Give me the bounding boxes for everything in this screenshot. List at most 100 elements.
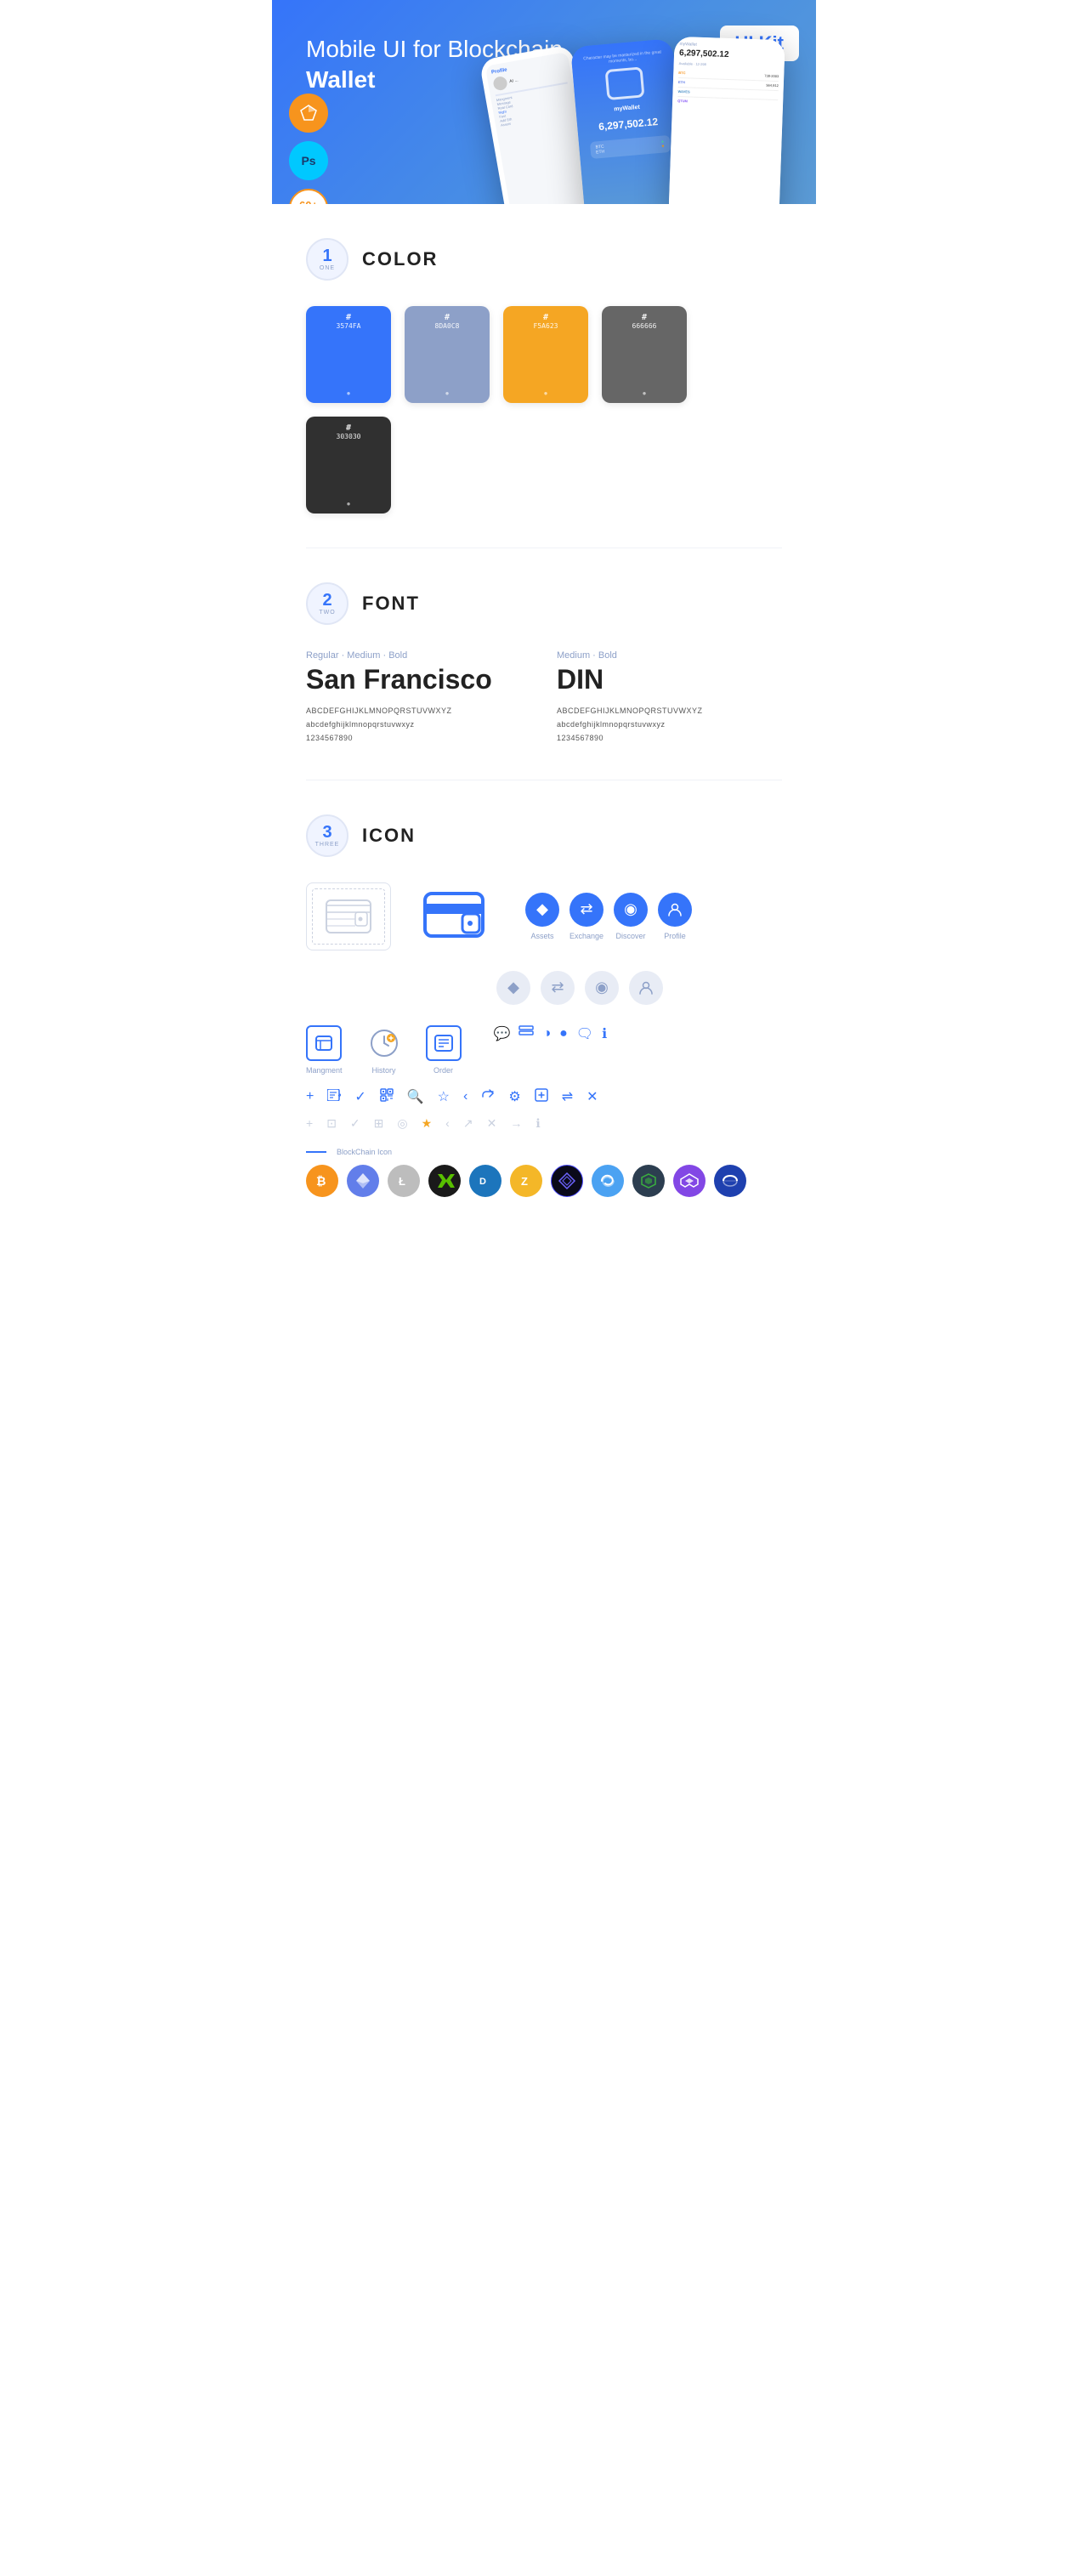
bottom-nav-management: Mangment	[306, 1025, 343, 1075]
share-icon-gray: ↗	[463, 1116, 473, 1131]
ltc-icon: Ł	[388, 1165, 420, 1197]
icon-section-header: 3 THREE ICON	[306, 814, 782, 857]
layers-icon	[518, 1025, 534, 1043]
nav-icon-exchange: ⇄ Exchange	[570, 893, 604, 940]
nav-icon-profile: Profile	[658, 893, 692, 940]
share-icon[interactable]	[481, 1088, 495, 1106]
section-number-3: 3 THREE	[306, 814, 348, 857]
exchange-label: Exchange	[570, 932, 604, 940]
sf-lowercase: abcdefghijklmnopqrstuvwxyz	[306, 718, 531, 731]
icon-row-main: ◆ Assets ⇄ Exchange ◉ Discover Profile	[306, 882, 782, 950]
search-icon[interactable]: 🔍	[407, 1088, 424, 1105]
discover-icon-gray: ◉	[585, 971, 619, 1005]
order-icon[interactable]	[426, 1025, 462, 1061]
bottom-nav-history: History	[366, 1025, 402, 1075]
nav-icon-assets: ◆ Assets	[525, 893, 559, 940]
din-lowercase: abcdefghijklmnopqrstuvwxyz	[557, 718, 782, 731]
upload-icon[interactable]	[535, 1088, 548, 1106]
icon-title: ICON	[362, 825, 416, 847]
profile-icon[interactable]	[658, 893, 692, 927]
ps-badge: Ps	[289, 141, 328, 180]
bottom-nav-order: Order	[426, 1025, 462, 1075]
color-section: 1 ONE COLOR #3574FA #8DA0C8 #F5A623 #666…	[272, 204, 816, 548]
color-title: COLOR	[362, 248, 438, 270]
font-section: 2 TWO FONT Regular · Medium · Bold San F…	[272, 548, 816, 780]
discover-icon[interactable]: ◉	[614, 893, 648, 927]
management-label: Mangment	[306, 1066, 343, 1075]
history-icon[interactable]	[366, 1025, 402, 1061]
din-uppercase: ABCDEFGHIJKLMNOPQRSTUVWXYZ	[557, 704, 782, 718]
band-icon	[714, 1165, 746, 1197]
color-swatches: #3574FA #8DA0C8 #F5A623 #666666 #303030	[306, 306, 782, 513]
sf-weights: Regular · Medium · Bold	[306, 650, 531, 661]
grid-icon	[551, 1165, 583, 1197]
circle-icon: ●	[559, 1026, 568, 1041]
font-grid: Regular · Medium · Bold San Francisco AB…	[306, 650, 782, 746]
add-icon[interactable]: +	[306, 1089, 314, 1104]
din-name: DIN	[557, 664, 782, 695]
back-icon[interactable]: ‹	[463, 1089, 468, 1104]
blockchain-label: BlockChain Icon	[337, 1148, 392, 1156]
color-swatch-blue: #3574FA	[306, 306, 391, 403]
info-icon: ℹ	[602, 1025, 607, 1042]
settings-icon[interactable]: ⚙	[508, 1088, 520, 1105]
font-item-din: Medium · Bold DIN ABCDEFGHIJKLMNOPQRSTUV…	[557, 650, 782, 746]
btc-icon: ₿	[306, 1165, 338, 1197]
chat-icon: 💬	[494, 1025, 511, 1042]
star-icon-filled: ★	[422, 1116, 433, 1131]
steem-icon	[592, 1165, 624, 1197]
nav-icons-gray-row: ◆ ⇄ ◉	[496, 971, 782, 1005]
phone-right: myWallet 6,297,502.12 Available · 12-298…	[668, 37, 785, 204]
sketch-badge	[289, 94, 328, 133]
svg-text:Z: Z	[521, 1175, 528, 1188]
history-label: History	[372, 1066, 396, 1075]
exchange-icon-gray: ⇄	[541, 971, 575, 1005]
bottom-nav-icons: Mangment History Order 💬 ◑ ● 🗨 ℹ	[306, 1025, 782, 1075]
list-edit-icon-gray: ⊡	[326, 1116, 337, 1131]
crypto-icons-row: ₿ Ł D Z	[306, 1165, 782, 1197]
star-icon[interactable]: ☆	[438, 1088, 450, 1105]
din-weights: Medium · Bold	[557, 650, 782, 661]
section-number-1: 1 ONE	[306, 238, 348, 281]
wallet-blue-icon-container	[411, 882, 496, 950]
assets-icon[interactable]: ◆	[525, 893, 559, 927]
color-swatch-darkgray: #666666	[602, 306, 687, 403]
close-icon[interactable]: ✕	[586, 1088, 598, 1105]
info-icon-gray: ℹ	[536, 1116, 540, 1131]
hero-badges: Ps 60+ Screens	[289, 94, 328, 204]
list-edit-icon[interactable]	[327, 1089, 341, 1105]
font-title: FONT	[362, 593, 420, 615]
svg-text:Ł: Ł	[399, 1175, 405, 1188]
qr-icon[interactable]	[380, 1088, 394, 1106]
wallet-wireframe-icon	[306, 882, 391, 950]
svg-text:D: D	[479, 1177, 486, 1187]
exchange-icon[interactable]: ⇄	[570, 893, 604, 927]
add-icon-gray: +	[306, 1116, 313, 1130]
misc-icons-row: 💬 ◑ ● 🗨 ℹ	[494, 1025, 608, 1043]
moon-icon: ◑	[542, 1026, 551, 1041]
utility-icons-row-gray: + ⊡ ✓ ⊞ ◎ ★ ‹ ↗ ✕ → ℹ	[306, 1116, 782, 1131]
speech-icon: 🗨	[576, 1025, 593, 1042]
font-item-sf: Regular · Medium · Bold San Francisco AB…	[306, 650, 531, 746]
matic-icon	[673, 1165, 706, 1197]
discover-label: Discover	[616, 932, 646, 940]
management-icon[interactable]	[306, 1025, 342, 1061]
hero-section: Mobile UI for Blockchain Wallet UI Kit P…	[272, 0, 816, 204]
order-label: Order	[434, 1066, 453, 1075]
close-x-gray: ✕	[487, 1116, 497, 1131]
svg-text:₿: ₿	[316, 1174, 326, 1188]
zcash-icon: Z	[510, 1165, 542, 1197]
check-icon[interactable]: ✓	[354, 1088, 366, 1105]
switch-icon[interactable]: ⇌	[562, 1088, 573, 1105]
utility-icons-row-blue: + ✓ 🔍 ☆ ‹ ⚙ ⇌ ✕	[306, 1088, 782, 1106]
color-swatch-gray: #8DA0C8	[405, 306, 490, 403]
blockchain-divider	[306, 1151, 326, 1153]
neo-icon	[428, 1165, 461, 1197]
check-icon-gray: ✓	[350, 1116, 360, 1131]
color-swatch-orange: #F5A623	[503, 306, 588, 403]
sf-uppercase: ABCDEFGHIJKLMNOPQRSTUVWXYZ	[306, 704, 531, 718]
blockchain-label-row: BlockChain Icon	[306, 1148, 782, 1156]
wallet-blue-svg	[423, 892, 484, 941]
profile-icon-gray	[629, 971, 663, 1005]
eth-icon	[347, 1165, 379, 1197]
